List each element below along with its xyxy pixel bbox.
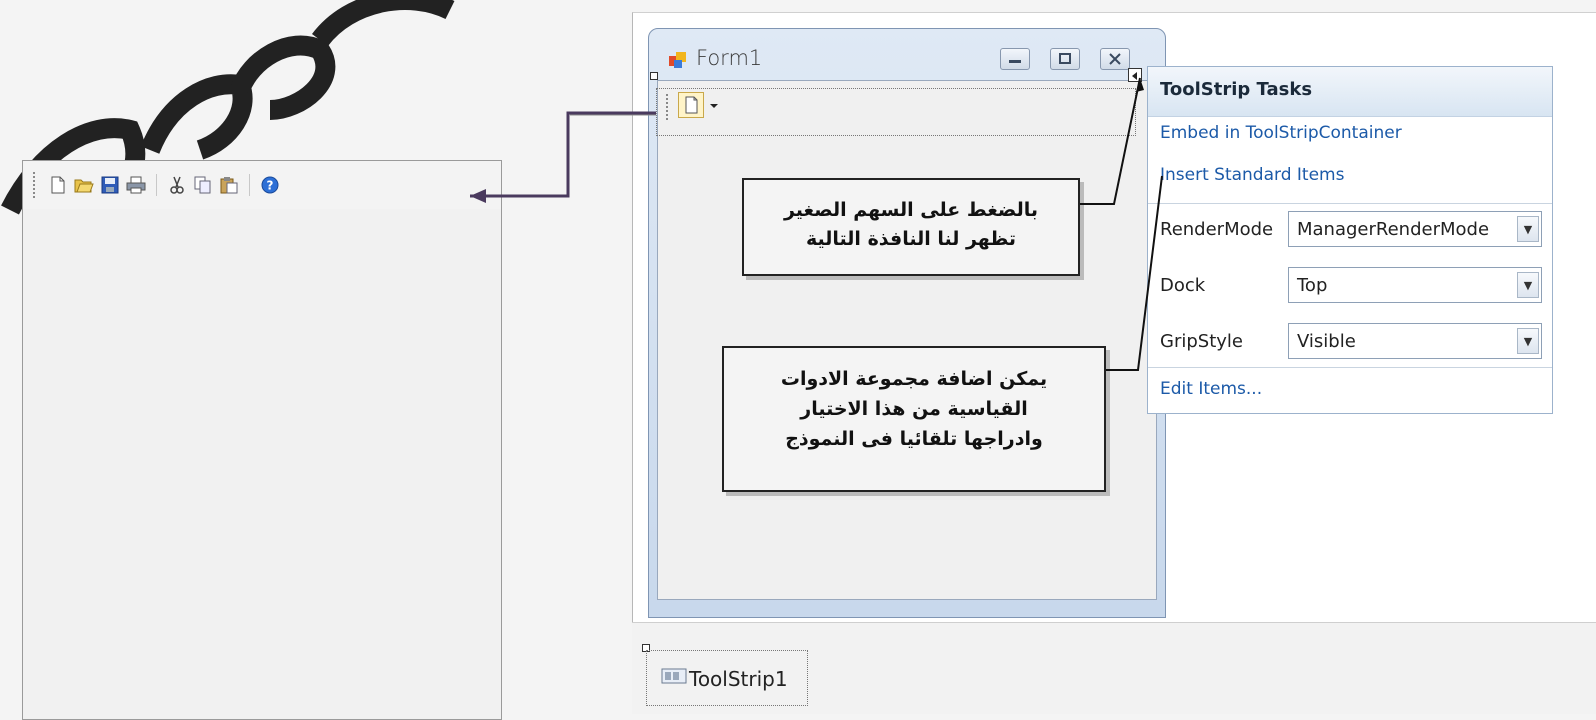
connector-arrowhead <box>470 189 486 203</box>
connector-line <box>470 111 656 198</box>
callout-leader-bottom <box>1106 175 1163 371</box>
annotation-connectors <box>470 77 1163 371</box>
toolstrip-component-icon <box>661 668 687 684</box>
leader-arrowhead <box>1136 78 1144 92</box>
tray-item-label: ToolStrip1 <box>689 667 788 691</box>
tray-item-toolstrip1[interactable]: ToolStrip1 <box>646 650 808 706</box>
callout-leader-top <box>1080 77 1141 205</box>
